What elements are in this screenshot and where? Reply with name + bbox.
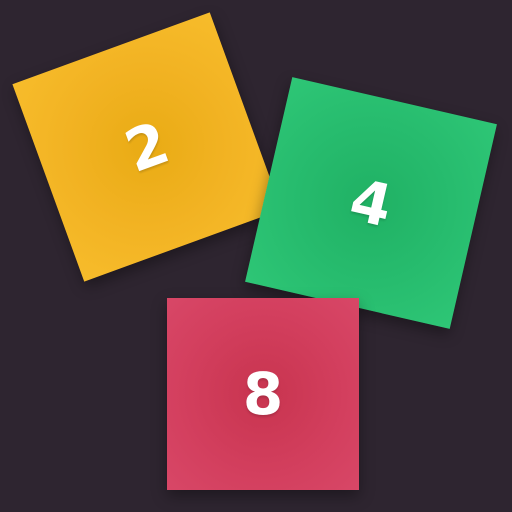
tile-4[interactable]: 4 xyxy=(245,77,497,329)
tile-value: 8 xyxy=(242,360,284,428)
tile-2[interactable]: 2 xyxy=(12,12,282,282)
tile-8[interactable]: 8 xyxy=(167,298,359,490)
tile-value: 4 xyxy=(343,165,399,241)
tile-value: 2 xyxy=(116,108,178,186)
